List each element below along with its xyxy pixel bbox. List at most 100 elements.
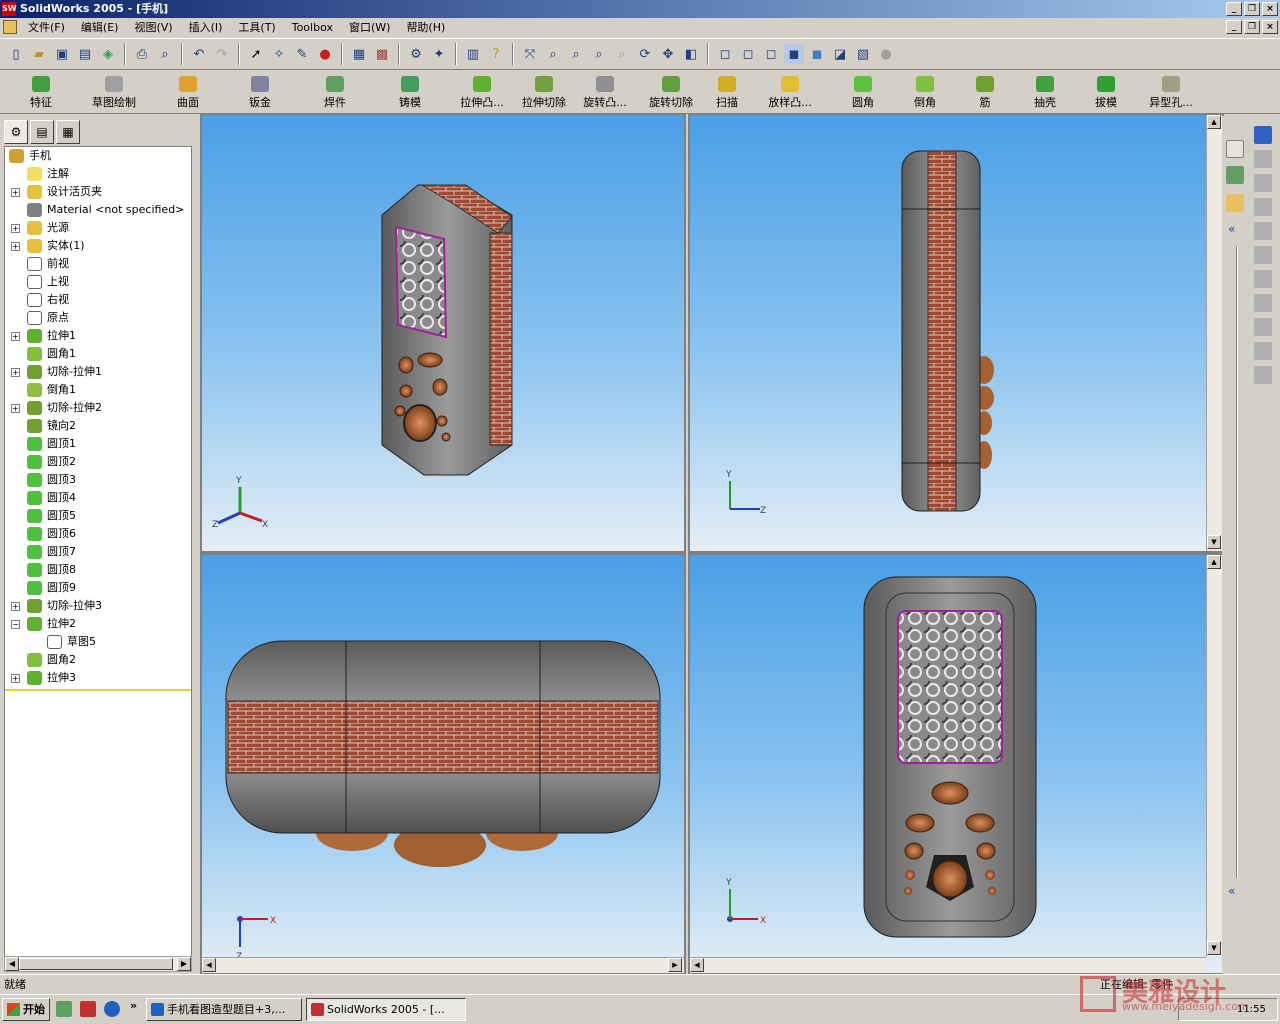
pan-icon[interactable]: ✥ bbox=[658, 44, 678, 64]
options-icon[interactable]: ✦ bbox=[429, 44, 449, 64]
menu-edit[interactable]: 编辑(E) bbox=[73, 19, 127, 37]
tree-item[interactable]: 圆顶2 bbox=[5, 453, 191, 471]
sketch-point-icon[interactable] bbox=[1254, 270, 1272, 288]
realview-icon[interactable]: ● bbox=[876, 44, 896, 64]
tool-sketch[interactable]: 草图绘制 bbox=[72, 70, 156, 112]
close-button[interactable]: × bbox=[1262, 2, 1278, 16]
zoom-print-icon[interactable]: ⌕ bbox=[155, 44, 175, 64]
viewport-vertical-scrollbar[interactable]: ▲ ▼ bbox=[1206, 555, 1222, 957]
start-button[interactable]: 开始 bbox=[2, 998, 50, 1021]
tree-item[interactable]: 倒角1 bbox=[5, 381, 191, 399]
tree-item[interactable]: + 光源 bbox=[5, 219, 191, 237]
sketch-arc-icon[interactable] bbox=[1254, 222, 1272, 240]
scroll-right-arrow[interactable]: ▶ bbox=[177, 957, 191, 971]
smart-select-icon[interactable]: ✧ bbox=[269, 44, 289, 64]
tree-item[interactable]: 圆顶6 bbox=[5, 525, 191, 543]
quicklaunch-solidworks-icon[interactable] bbox=[80, 1001, 96, 1017]
help-icon[interactable]: ? bbox=[486, 44, 506, 64]
quicklaunch-desktop-icon[interactable] bbox=[56, 1001, 72, 1017]
quicklaunch-browser-icon[interactable] bbox=[104, 1001, 120, 1017]
document-icon[interactable] bbox=[3, 20, 17, 34]
taskbar-ie-window[interactable]: 手机看图造型题目+3,... bbox=[146, 998, 302, 1021]
expand-icon[interactable]: + bbox=[11, 188, 20, 197]
tree-item[interactable]: 圆顶5 bbox=[5, 507, 191, 525]
expand-icon[interactable]: + bbox=[11, 404, 20, 413]
zoom-fit-icon[interactable]: ⌕ bbox=[543, 44, 563, 64]
expand-icon[interactable]: + bbox=[11, 674, 20, 683]
new-icon[interactable]: ▯ bbox=[6, 44, 26, 64]
expand-pane-icon[interactable]: « bbox=[1228, 884, 1246, 902]
rebuild-icon[interactable]: ◈ bbox=[98, 44, 118, 64]
expand-icon[interactable]: + bbox=[11, 224, 20, 233]
menu-view[interactable]: 视图(V) bbox=[126, 19, 180, 37]
sketch-relation-icon[interactable] bbox=[1254, 366, 1272, 384]
tool-shell[interactable]: 抽壳 bbox=[1014, 70, 1076, 112]
scroll-down-arrow[interactable]: ▼ bbox=[1207, 535, 1221, 549]
hidden-lines-removed-icon[interactable]: ◻ bbox=[761, 44, 781, 64]
tree-item[interactable]: + 切除-拉伸1 bbox=[5, 363, 191, 381]
viewport-horizontal-scrollbar[interactable]: ◀ ▶ bbox=[202, 957, 684, 973]
tree-item[interactable]: 圆角2 bbox=[5, 651, 191, 669]
collapse-pane-icon[interactable]: « bbox=[1228, 222, 1246, 240]
tree-item[interactable]: 镜向2 bbox=[5, 417, 191, 435]
doc-restore-button[interactable]: ❐ bbox=[1244, 20, 1260, 34]
property-manager-tab[interactable]: ▤ bbox=[30, 120, 54, 144]
restore-button[interactable]: ❐ bbox=[1244, 2, 1260, 16]
tool-sweep[interactable]: 扫描 bbox=[706, 70, 748, 112]
tree-item[interactable]: 圆顶1 bbox=[5, 435, 191, 453]
file-explorer-icon[interactable] bbox=[1226, 194, 1244, 212]
viewport-front[interactable]: Y X ▲ ▼ ◀ bbox=[688, 553, 1224, 975]
design-library-icon[interactable] bbox=[1226, 166, 1244, 184]
tool-weldments[interactable]: 焊件 bbox=[300, 70, 370, 112]
configuration-manager-tab[interactable]: ▦ bbox=[56, 120, 80, 144]
shadows-icon[interactable]: ◪ bbox=[830, 44, 850, 64]
sketch-line-icon[interactable] bbox=[1254, 150, 1272, 168]
tree-item[interactable]: 圆顶3 bbox=[5, 471, 191, 489]
tool-loft[interactable]: 放样凸... bbox=[748, 70, 832, 112]
tool-revolve-cut[interactable]: 旋转切除 bbox=[636, 70, 706, 112]
redo-icon[interactable]: ↷ bbox=[212, 44, 232, 64]
tree-item[interactable]: + 设计活页夹 bbox=[5, 183, 191, 201]
tree-item[interactable]: Material <not specified> bbox=[5, 201, 191, 219]
tool-fillet[interactable]: 圆角 bbox=[832, 70, 894, 112]
sketch-offset-icon[interactable] bbox=[1254, 318, 1272, 336]
home-icon[interactable] bbox=[1226, 140, 1244, 158]
collapse-icon[interactable]: − bbox=[11, 620, 20, 629]
sketch-spline-icon[interactable] bbox=[1254, 246, 1272, 264]
smart-dimension-icon[interactable] bbox=[1254, 126, 1272, 144]
print-icon[interactable]: ⎙ bbox=[132, 44, 152, 64]
viewport-right[interactable]: Y Z ▲ ▼ bbox=[688, 113, 1224, 553]
open-icon[interactable]: ▰ bbox=[29, 44, 49, 64]
tree-item[interactable]: 原点 bbox=[5, 309, 191, 327]
tree-item[interactable]: + 切除-拉伸2 bbox=[5, 399, 191, 417]
menu-help[interactable]: 帮助(H) bbox=[398, 19, 453, 37]
scroll-down-arrow[interactable]: ▼ bbox=[1207, 941, 1221, 955]
scroll-up-arrow[interactable]: ▲ bbox=[1207, 555, 1221, 569]
tree-item[interactable]: 草图5 bbox=[5, 633, 191, 651]
tree-horizontal-scrollbar[interactable]: ◀ ▶ bbox=[4, 956, 192, 972]
expand-icon[interactable]: + bbox=[11, 242, 20, 251]
scroll-right-arrow[interactable]: ▶ bbox=[668, 958, 682, 972]
scroll-left-arrow[interactable]: ◀ bbox=[690, 958, 704, 972]
tool-hole-wizard[interactable]: 异型孔... bbox=[1136, 70, 1206, 112]
hidden-lines-visible-icon[interactable]: ◻ bbox=[738, 44, 758, 64]
pane-splitter[interactable] bbox=[1236, 246, 1238, 878]
tree-item[interactable]: 圆顶4 bbox=[5, 489, 191, 507]
tree-item[interactable]: 右视 bbox=[5, 291, 191, 309]
menu-tools[interactable]: 工具(T) bbox=[230, 19, 283, 37]
menu-insert[interactable]: 插入(I) bbox=[181, 19, 231, 37]
menu-file[interactable]: 文件(F) bbox=[20, 19, 73, 37]
expand-icon[interactable]: + bbox=[11, 368, 20, 377]
tree-item[interactable]: + 拉伸1 bbox=[5, 327, 191, 345]
scroll-up-arrow[interactable]: ▲ bbox=[1207, 115, 1221, 129]
tree-item[interactable]: 注解 bbox=[5, 165, 191, 183]
tree-item[interactable]: + 切除-拉伸3 bbox=[5, 597, 191, 615]
tree-item[interactable]: 圆顶9 bbox=[5, 579, 191, 597]
texture-icon[interactable]: ▩ bbox=[372, 44, 392, 64]
shaded-icon[interactable]: ◼ bbox=[807, 44, 827, 64]
scroll-thumb[interactable] bbox=[19, 958, 173, 970]
tool-chamfer[interactable]: 倒角 bbox=[894, 70, 956, 112]
select-icon[interactable]: ➚ bbox=[246, 44, 266, 64]
minimize-button[interactable]: _ bbox=[1226, 2, 1242, 16]
rollback-bar[interactable] bbox=[5, 689, 191, 691]
